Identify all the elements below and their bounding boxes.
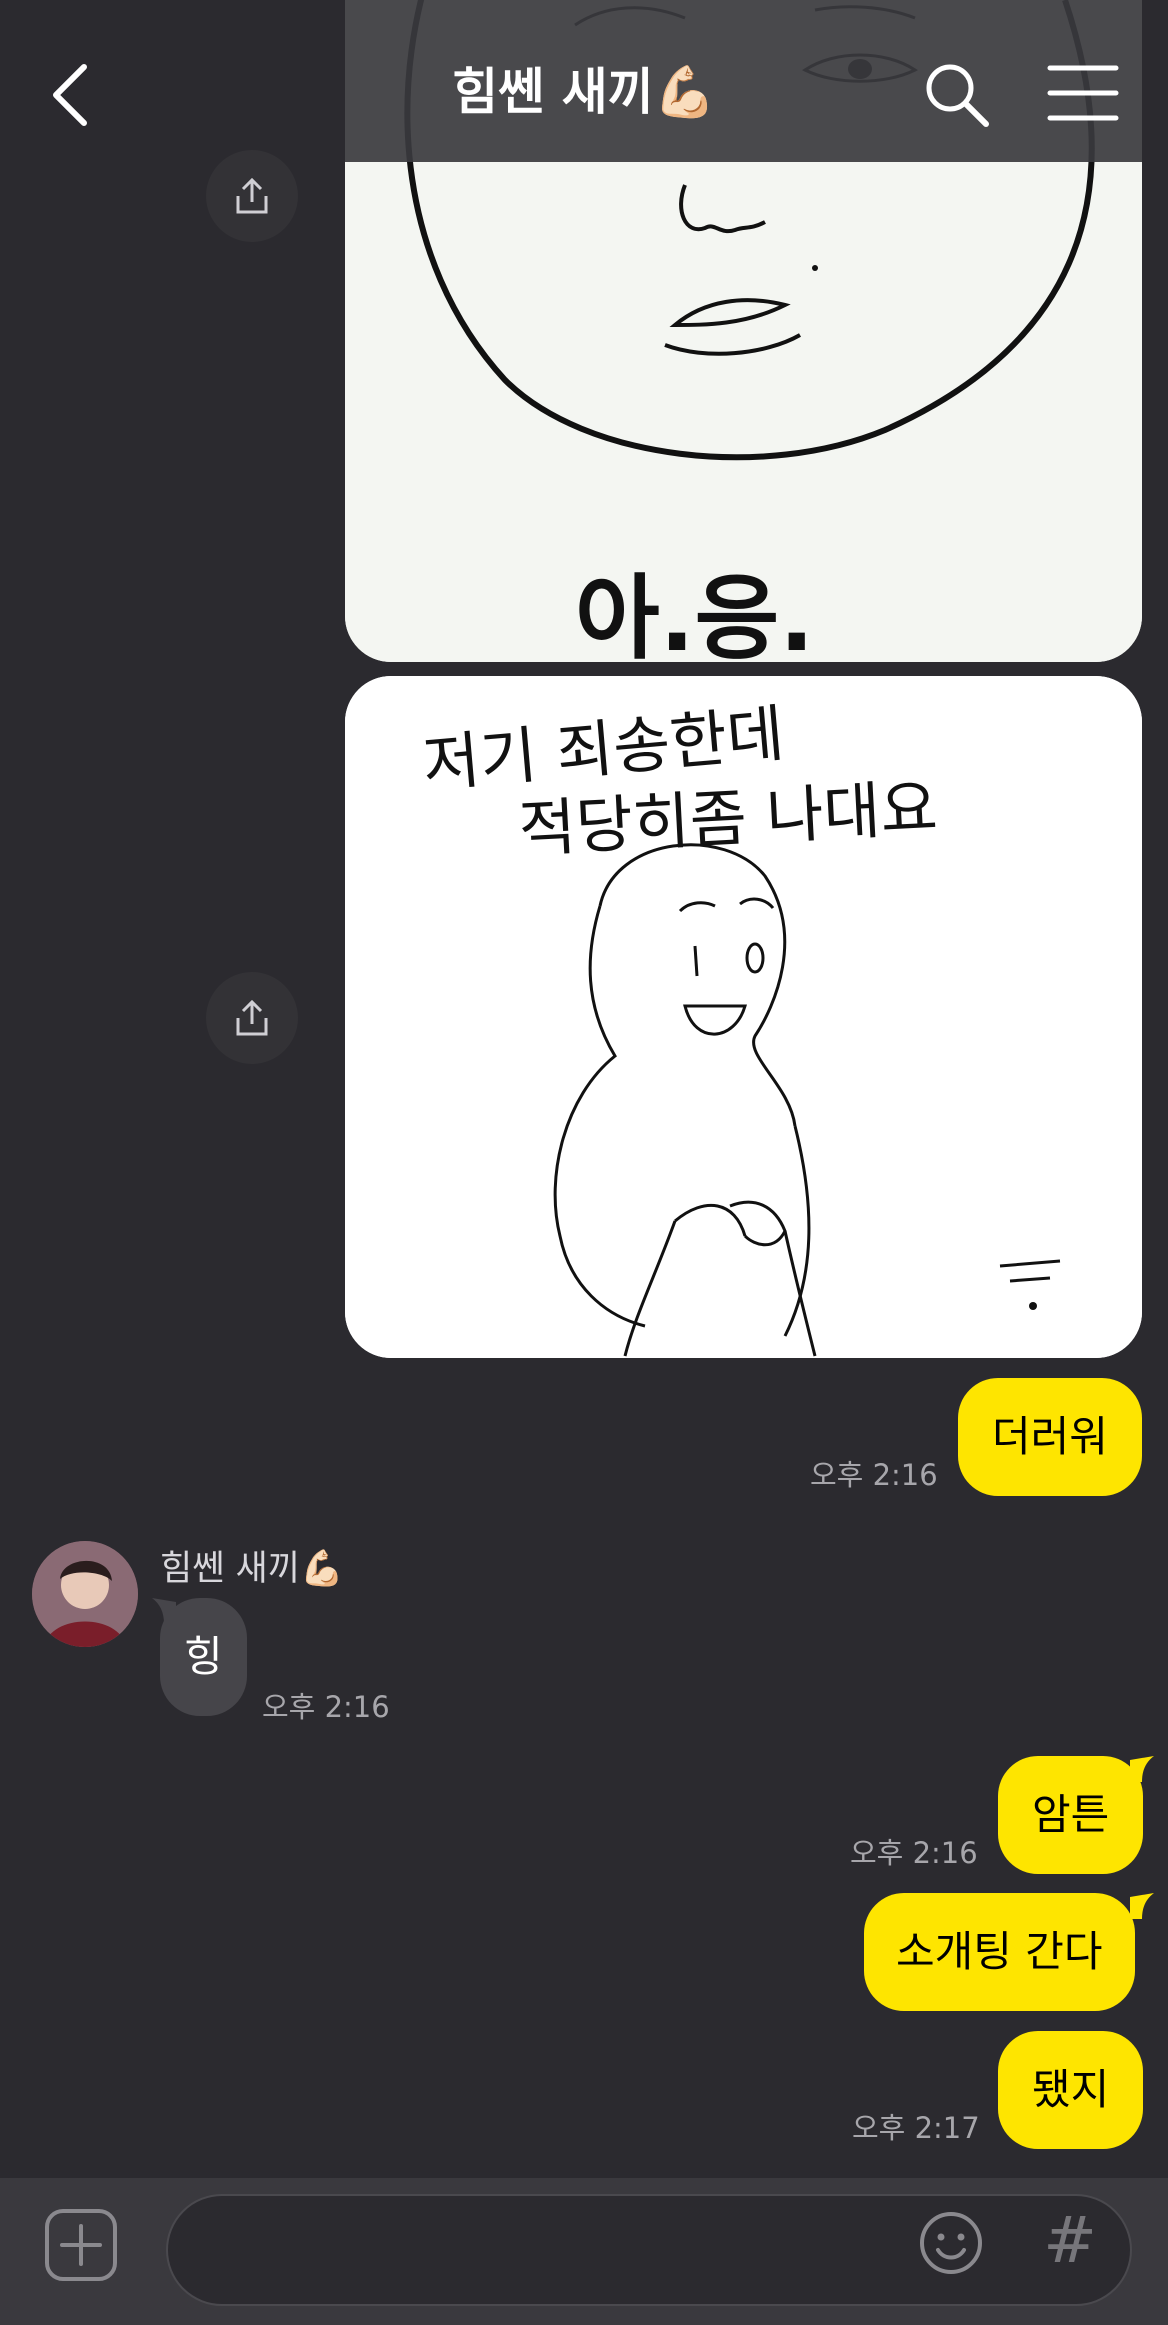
plus-icon — [45, 2209, 117, 2281]
message-text: 됐지 — [1032, 2065, 1110, 2114]
sender-name: 힘쎈 새끼💪🏻 — [160, 1549, 344, 1589]
message-text: 더러워 — [992, 1412, 1108, 1461]
avatar[interactable] — [32, 1541, 138, 1647]
message-time: 오후 2:16 — [262, 1690, 390, 1724]
share-icon — [236, 999, 268, 1036]
my-message-bubble[interactable]: 소개팅 간다 — [864, 1893, 1135, 2011]
message-input[interactable] — [166, 2194, 1132, 2306]
attach-button[interactable] — [44, 2208, 118, 2282]
menu-button[interactable] — [1046, 62, 1120, 124]
chat-title-text: 힘쎈 새끼 — [452, 63, 654, 121]
profile-photo — [32, 1541, 138, 1647]
chat-title: 힘쎈 새끼💪🏻 — [0, 62, 1168, 122]
emoji-icon — [920, 2212, 982, 2274]
bubble-tail — [1130, 1756, 1154, 1782]
bubble-tail — [1130, 1893, 1154, 1919]
message-text: 암튼 — [1032, 1790, 1110, 1839]
emoji-button[interactable] — [918, 2210, 984, 2276]
hashtag-button[interactable]: # — [1040, 2206, 1100, 2276]
share-button[interactable] — [206, 972, 298, 1064]
image-caption: 아.응. — [575, 565, 814, 662]
message-time: 오후 2:17 — [852, 2111, 980, 2145]
image-message-2[interactable]: 저기 죄송한데 적당히좀 나대요 — [345, 676, 1142, 1358]
flexed-biceps-emoji: 💪🏻 — [653, 63, 716, 121]
search-button[interactable] — [922, 60, 992, 130]
message-input-bar: # — [0, 2178, 1168, 2325]
search-icon — [926, 64, 989, 127]
my-message-bubble[interactable]: 더러워 — [958, 1378, 1142, 1496]
chat-header: 힘쎈 새끼💪🏻 — [0, 0, 1168, 162]
their-message-bubble[interactable]: 힝 — [160, 1598, 247, 1716]
message-time: 오후 2:16 — [810, 1458, 938, 1492]
message-time: 오후 2:16 — [850, 1836, 978, 1870]
person-drawing-image: 저기 죄송한데 적당히좀 나대요 — [345, 676, 1142, 1358]
my-message-bubble[interactable]: 암튼 — [998, 1756, 1144, 1874]
message-text: 힝 — [184, 1632, 223, 1681]
my-message-bubble[interactable]: 됐지 — [998, 2031, 1144, 2149]
message-text: 소개팅 간다 — [896, 1927, 1103, 1976]
share-icon — [236, 177, 268, 214]
share-button[interactable] — [206, 150, 298, 242]
hamburger-menu-icon — [1047, 65, 1119, 121]
